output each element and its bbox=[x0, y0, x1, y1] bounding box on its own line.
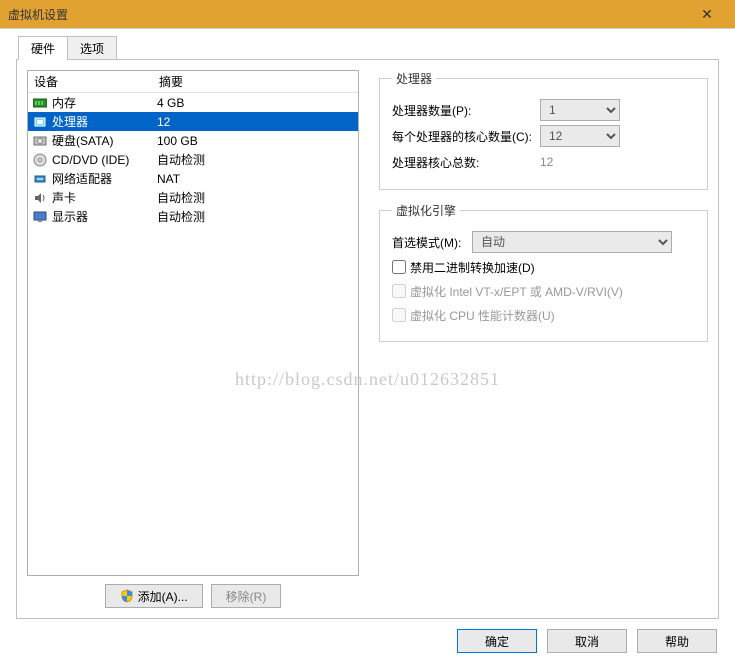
cpu-counters-label: 虚拟化 CPU 性能计数器(U) bbox=[410, 307, 555, 324]
preferred-mode-select[interactable]: 自动 bbox=[472, 231, 672, 253]
settings-panel: 处理器 处理器数量(P): 1 每个处理器的核心数量(C): 12 处理器核心总… bbox=[369, 60, 718, 618]
list-row[interactable]: 处理器 12 bbox=[28, 112, 358, 131]
virt-engine-legend: 虚拟化引擎 bbox=[392, 202, 460, 219]
cores-per-processor-select[interactable]: 12 bbox=[540, 125, 620, 147]
disk-icon bbox=[32, 134, 48, 148]
preferred-mode-label: 首选模式(M): bbox=[392, 234, 472, 251]
tab-hardware[interactable]: 硬件 bbox=[18, 36, 68, 60]
dialog-buttons: 确定 取消 帮助 bbox=[457, 629, 717, 653]
vtx-checkbox bbox=[392, 284, 406, 298]
close-icon[interactable]: ✕ bbox=[687, 6, 727, 23]
device-summary: 4 GB bbox=[157, 96, 358, 110]
remove-button[interactable]: 移除(R) bbox=[211, 584, 282, 608]
list-row[interactable]: 内存 4 GB bbox=[28, 93, 358, 112]
tabs: 硬件 选项 bbox=[0, 35, 735, 59]
device-summary: 自动检测 bbox=[157, 151, 358, 168]
list-row[interactable]: CD/DVD (IDE) 自动检测 bbox=[28, 150, 358, 169]
cd-icon bbox=[32, 153, 48, 167]
device-summary: 100 GB bbox=[157, 134, 358, 148]
disable-binary-label: 禁用二进制转换加速(D) bbox=[410, 259, 535, 276]
device-name: 网络适配器 bbox=[52, 170, 157, 187]
dialog-content: 硬件 选项 设备 摘要 内存 4 GB 处理器 12 bbox=[0, 28, 735, 665]
device-summary: 12 bbox=[157, 115, 358, 129]
device-summary: 自动检测 bbox=[157, 189, 358, 206]
add-button[interactable]: 添加(A)... bbox=[105, 584, 203, 608]
total-cores-value: 12 bbox=[540, 155, 600, 169]
device-list: 设备 摘要 内存 4 GB 处理器 12 硬盘(SATA) 100 GB bbox=[27, 70, 359, 576]
device-name: 显示器 bbox=[52, 208, 157, 225]
device-name: 声卡 bbox=[52, 189, 157, 206]
device-list-panel: 设备 摘要 内存 4 GB 处理器 12 硬盘(SATA) 100 GB bbox=[17, 60, 369, 618]
ok-button[interactable]: 确定 bbox=[457, 629, 537, 653]
list-row[interactable]: 硬盘(SATA) 100 GB bbox=[28, 131, 358, 150]
shield-icon bbox=[120, 589, 134, 603]
total-cores-label: 处理器核心总数: bbox=[392, 154, 540, 171]
processors-legend: 处理器 bbox=[392, 70, 436, 87]
add-button-label: 添加(A)... bbox=[138, 588, 188, 605]
cpu-counters-row: 虚拟化 CPU 性能计数器(U) bbox=[392, 303, 695, 327]
header-summary: 摘要 bbox=[159, 73, 358, 90]
processors-group: 处理器 处理器数量(P): 1 每个处理器的核心数量(C): 12 处理器核心总… bbox=[379, 70, 708, 190]
cores-per-processor-label: 每个处理器的核心数量(C): bbox=[392, 128, 540, 145]
cpu-counters-checkbox bbox=[392, 308, 406, 322]
disable-binary-row: 禁用二进制转换加速(D) bbox=[392, 255, 695, 279]
disable-binary-checkbox[interactable] bbox=[392, 260, 406, 274]
list-row[interactable]: 网络适配器 NAT bbox=[28, 169, 358, 188]
device-name: 处理器 bbox=[52, 113, 157, 130]
device-buttons: 添加(A)... 移除(R) bbox=[27, 584, 359, 608]
sound-icon bbox=[32, 191, 48, 205]
header-device: 设备 bbox=[34, 73, 159, 90]
display-icon bbox=[32, 210, 48, 224]
network-icon bbox=[32, 172, 48, 186]
device-name: CD/DVD (IDE) bbox=[52, 153, 157, 167]
titlebar: 虚拟机设置 ✕ bbox=[0, 0, 735, 28]
device-name: 硬盘(SATA) bbox=[52, 132, 157, 149]
device-list-header: 设备 摘要 bbox=[28, 71, 358, 93]
device-name: 内存 bbox=[52, 94, 157, 111]
virt-engine-group: 虚拟化引擎 首选模式(M): 自动 禁用二进制转换加速(D) 虚拟化 Intel… bbox=[379, 202, 708, 342]
window-title: 虚拟机设置 bbox=[8, 6, 687, 23]
help-button[interactable]: 帮助 bbox=[637, 629, 717, 653]
processor-count-label: 处理器数量(P): bbox=[392, 102, 540, 119]
vtx-row: 虚拟化 Intel VT-x/EPT 或 AMD-V/RVI(V) bbox=[392, 279, 695, 303]
device-summary: NAT bbox=[157, 172, 358, 186]
memory-icon bbox=[32, 96, 48, 110]
list-row[interactable]: 显示器 自动检测 bbox=[28, 207, 358, 226]
cancel-button[interactable]: 取消 bbox=[547, 629, 627, 653]
tab-options[interactable]: 选项 bbox=[67, 36, 117, 60]
vtx-label: 虚拟化 Intel VT-x/EPT 或 AMD-V/RVI(V) bbox=[410, 283, 623, 300]
tab-panel: 设备 摘要 内存 4 GB 处理器 12 硬盘(SATA) 100 GB bbox=[16, 59, 719, 619]
processor-count-select[interactable]: 1 bbox=[540, 99, 620, 121]
cpu-icon bbox=[32, 115, 48, 129]
device-summary: 自动检测 bbox=[157, 208, 358, 225]
list-row[interactable]: 声卡 自动检测 bbox=[28, 188, 358, 207]
